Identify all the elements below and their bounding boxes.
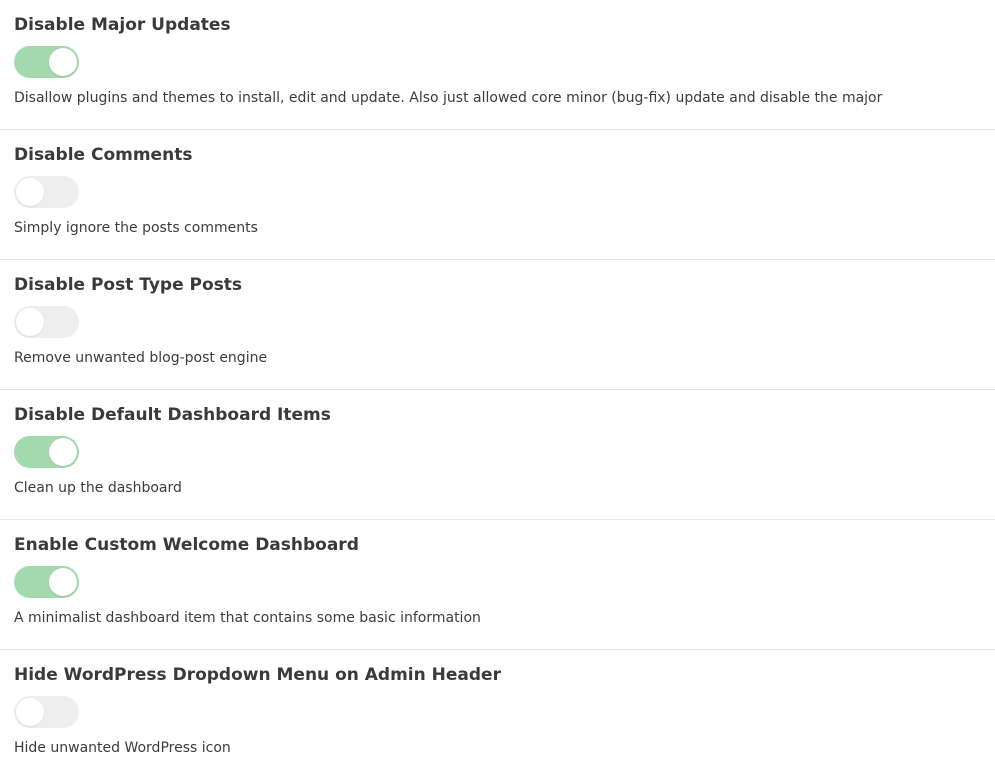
toggle-knob <box>16 308 44 336</box>
setting-description: Simply ignore the posts comments <box>14 220 258 236</box>
toggle-knob <box>16 178 44 206</box>
disable-comments-toggle[interactable] <box>14 176 79 208</box>
setting-disable-post-type-posts: Disable Post Type Posts Remove unwanted … <box>0 260 995 390</box>
setting-title: Disable Default Dashboard Items <box>14 405 331 425</box>
setting-title: Disable Post Type Posts <box>14 275 243 295</box>
disable-post-type-posts-toggle[interactable] <box>14 306 79 338</box>
setting-disable-comments: Disable Comments Simply ignore the posts… <box>0 130 995 260</box>
setting-description: Disallow plugins and themes to install, … <box>14 90 883 106</box>
disable-major-updates-toggle[interactable] <box>14 46 79 78</box>
setting-disable-default-dashboard-items: Disable Default Dashboard Items Clean up… <box>0 390 995 520</box>
setting-description: Clean up the dashboard <box>14 480 182 496</box>
disable-default-dashboard-items-toggle[interactable] <box>14 436 79 468</box>
setting-title: Hide WordPress Dropdown Menu on Admin He… <box>14 665 501 685</box>
setting-title: Enable Custom Welcome Dashboard <box>14 535 359 555</box>
toggle-knob <box>49 568 77 596</box>
setting-hide-wordpress-dropdown-menu: Hide WordPress Dropdown Menu on Admin He… <box>0 650 995 775</box>
setting-title: Disable Major Updates <box>14 15 231 35</box>
toggle-knob <box>49 438 77 466</box>
toggle-knob <box>16 698 44 726</box>
setting-enable-custom-welcome-dashboard: Enable Custom Welcome Dashboard A minima… <box>0 520 995 650</box>
settings-list: Disable Major Updates Disallow plugins a… <box>0 0 995 775</box>
setting-description: Hide unwanted WordPress icon <box>14 740 231 756</box>
setting-title: Disable Comments <box>14 145 193 165</box>
toggle-knob <box>49 48 77 76</box>
enable-custom-welcome-dashboard-toggle[interactable] <box>14 566 79 598</box>
setting-disable-major-updates: Disable Major Updates Disallow plugins a… <box>0 0 995 130</box>
setting-description: Remove unwanted blog-post engine <box>14 350 268 366</box>
hide-wordpress-dropdown-menu-toggle[interactable] <box>14 696 79 728</box>
setting-description: A minimalist dashboard item that contain… <box>14 610 481 626</box>
